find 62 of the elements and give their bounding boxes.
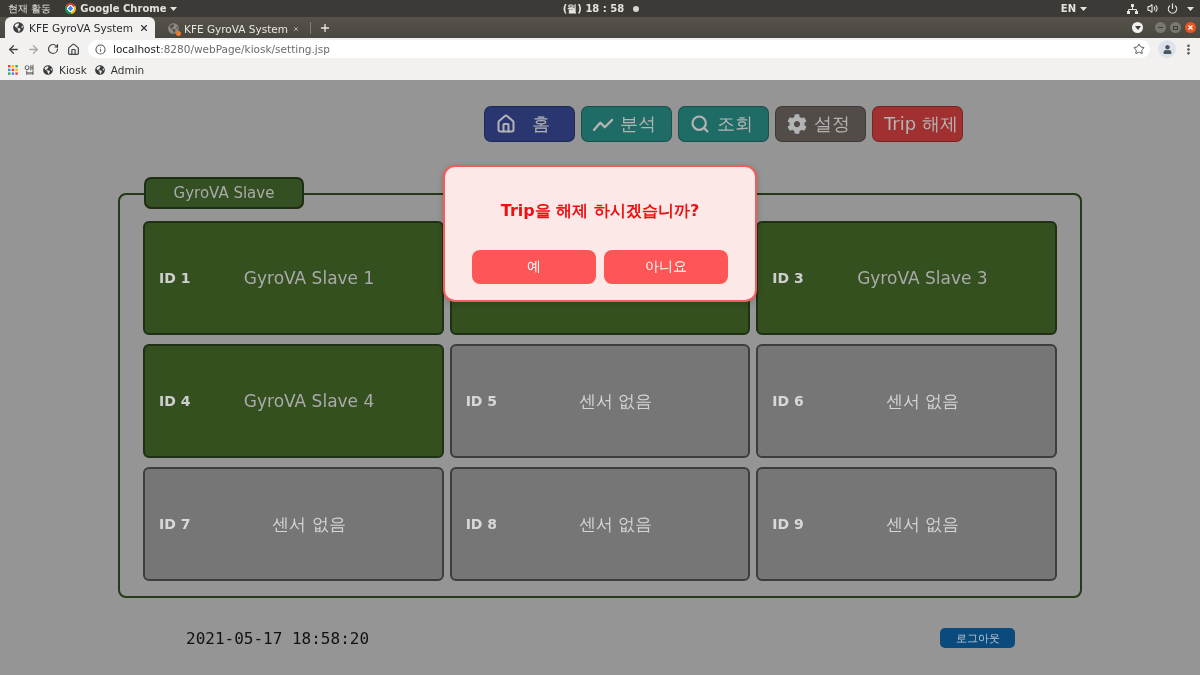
sensor-id: ID 9 bbox=[772, 516, 804, 532]
bookmark-item[interactable]: Kiosk bbox=[43, 64, 87, 76]
home-icon[interactable] bbox=[66, 42, 80, 56]
network-icon[interactable] bbox=[1127, 3, 1138, 14]
sensor-name: 센서 없음 bbox=[578, 512, 654, 536]
sensor-name: GyroVA Slave 1 bbox=[242, 268, 376, 288]
sensor-id: ID 7 bbox=[159, 516, 191, 532]
bookmark-star-icon[interactable] bbox=[1133, 43, 1145, 55]
caret-icon bbox=[1080, 6, 1087, 11]
globe-icon bbox=[94, 65, 105, 75]
panel-legend: GyroVA Slave bbox=[144, 177, 304, 209]
sensor-id: ID 1 bbox=[159, 270, 191, 286]
bookmark-item[interactable]: Admin bbox=[94, 64, 145, 76]
back-arrow-icon[interactable] bbox=[6, 42, 20, 56]
sensor-id: ID 5 bbox=[465, 393, 498, 409]
info-icon[interactable] bbox=[95, 43, 106, 55]
caret-circle-icon[interactable] bbox=[1132, 22, 1143, 33]
address-field[interactable]: localhost:8280/webPage/kiosk/setting.jsp bbox=[88, 40, 1150, 58]
home-icon bbox=[496, 114, 516, 134]
logout-button[interactable]: 로그아웃 bbox=[940, 628, 1015, 648]
gear-icon bbox=[787, 114, 807, 134]
volume-icon[interactable] bbox=[1147, 3, 1158, 14]
nav-button[interactable]: 설정 bbox=[775, 106, 866, 142]
url-text: localhost:8280/webPage/kiosk/setting.jsp bbox=[113, 43, 331, 55]
sensor-id: ID 6 bbox=[772, 393, 804, 409]
sensor-id: ID 3 bbox=[772, 270, 804, 286]
browser-tab[interactable]: KFE GyroVA System bbox=[5, 17, 155, 38]
sensor-name: 센서 없음 bbox=[884, 512, 961, 536]
close-icon[interactable] bbox=[1185, 22, 1196, 33]
apps-grid-icon bbox=[8, 65, 18, 75]
datetime-text: 2021-05-17 18:58:20 bbox=[186, 628, 370, 648]
line-chart-icon bbox=[593, 117, 613, 131]
bookmark-item[interactable]: 앱 bbox=[8, 63, 35, 77]
sensor-name: GyroVA Slave 3 bbox=[856, 268, 989, 288]
sensor-id: ID 4 bbox=[159, 393, 191, 409]
app-menu[interactable]: Google Chrome bbox=[65, 1, 178, 16]
reload-icon[interactable] bbox=[47, 43, 59, 55]
chrome-logo-icon bbox=[65, 3, 77, 14]
caret-icon bbox=[170, 6, 178, 11]
new-tab-icon[interactable] bbox=[319, 21, 331, 34]
search-icon bbox=[690, 114, 710, 134]
clock-text[interactable]: (월) 18 : 58 bbox=[562, 1, 625, 16]
globe-icon bbox=[168, 23, 179, 34]
input-method-menu[interactable]: EN bbox=[1060, 1, 1087, 16]
globe-icon bbox=[43, 65, 53, 75]
activities-button[interactable]: 현재 활동 bbox=[8, 1, 52, 16]
notification-dot-icon bbox=[633, 5, 640, 12]
power-icon[interactable] bbox=[1167, 3, 1178, 14]
maximize-icon[interactable] bbox=[1170, 22, 1181, 33]
minimize-icon[interactable] bbox=[1155, 22, 1166, 33]
caret-icon bbox=[1187, 6, 1194, 11]
profile-icon[interactable] bbox=[1158, 40, 1176, 58]
sensor-name: 센서 없음 bbox=[884, 389, 961, 413]
sensor-name: 센서 없음 bbox=[271, 512, 347, 536]
browser-tab[interactable]: KFE GyroVA System bbox=[160, 19, 305, 38]
sensor-name: GyroVA Slave 4 bbox=[242, 391, 376, 411]
sensor-id: ID 8 bbox=[465, 516, 498, 532]
nav-button[interactable]: 홈 bbox=[484, 106, 575, 142]
dialog-message: Trip을 해제 하시겠습니까? bbox=[500, 201, 700, 222]
sensor-name: 센서 없음 bbox=[578, 389, 654, 413]
close-icon[interactable] bbox=[139, 22, 149, 33]
globe-icon bbox=[13, 22, 24, 33]
